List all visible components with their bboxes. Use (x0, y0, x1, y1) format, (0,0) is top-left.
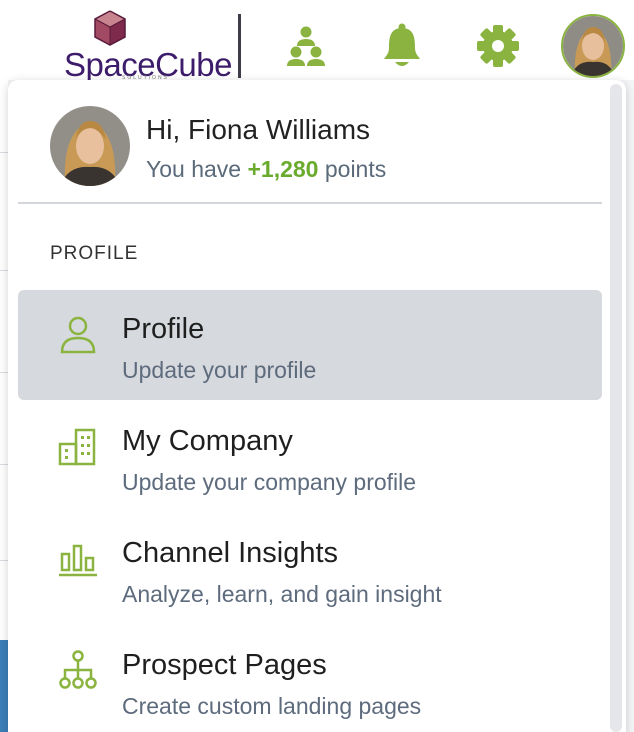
header-divider (238, 14, 241, 78)
background-banner (0, 640, 8, 732)
person-icon (60, 316, 96, 354)
background-divider (0, 464, 8, 465)
menu-item-subtitle: Create custom landing pages (122, 693, 422, 719)
background-page (0, 80, 8, 732)
cube-logo-icon (94, 10, 126, 46)
bar-chart-icon (59, 544, 97, 577)
menu-item-title: Profile (122, 313, 205, 345)
menu-item-prospect-pages[interactable]: Prospect Pages Create custom landing pag… (18, 626, 602, 732)
points-summary: You have +1,280 points (146, 156, 386, 183)
menu-item-subtitle: Analyze, learn, and gain insight (122, 581, 442, 607)
section-label: PROFILE (50, 243, 139, 264)
points-value: +1,280 (247, 156, 319, 182)
scrollbar[interactable] (610, 84, 622, 732)
avatar-portrait (563, 16, 623, 76)
menu-item-title: My Company (122, 425, 293, 457)
buildings-icon (58, 428, 96, 466)
bell-icon[interactable] (378, 22, 426, 70)
points-suffix: points (318, 156, 387, 182)
background-divider (0, 152, 8, 153)
spacecube-logo[interactable]: SpaceCube SOLUTIONS (62, 8, 232, 83)
menu-item-title: Prospect Pages (122, 649, 327, 681)
sitemap-icon (59, 650, 97, 689)
menu-item-channel-insights[interactable]: Channel Insights Analyze, learn, and gai… (18, 514, 602, 624)
team-icon[interactable] (282, 22, 330, 70)
gear-icon[interactable] (474, 22, 522, 70)
menu-item-my-company[interactable]: My Company Update your company profile (18, 402, 602, 512)
menu-item-subtitle: Update your profile (122, 357, 317, 383)
user-greeting: Hi, Fiona Williams (146, 114, 371, 145)
menu-item-title: Channel Insights (122, 537, 339, 569)
user-avatar (50, 106, 130, 186)
background-divider (0, 270, 8, 271)
top-bar: SpaceCube SOLUTIONS (0, 0, 634, 83)
avatar[interactable] (561, 14, 625, 78)
background-divider (0, 372, 8, 373)
menu-divider (18, 202, 602, 204)
background-divider (0, 560, 8, 561)
points-prefix: You have (146, 156, 248, 182)
menu-item-subtitle: Update your company profile (122, 469, 417, 495)
menu-item-profile[interactable]: Profile Update your profile (18, 290, 602, 400)
